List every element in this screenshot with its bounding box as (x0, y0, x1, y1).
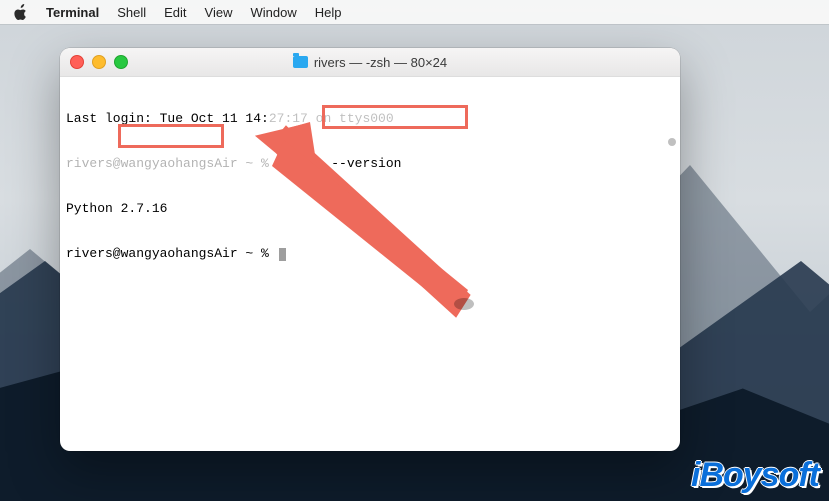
scrollbar[interactable] (664, 78, 678, 448)
close-button[interactable] (70, 55, 84, 69)
menu-item-window[interactable]: Window (251, 5, 297, 20)
terminal-line-output: Python 2.7.16 (66, 201, 674, 216)
folder-icon (293, 56, 308, 68)
terminal-line-prompt: rivers@wangyaohangsAir ~ % (66, 246, 674, 261)
terminal-window: rivers — -zsh — 80×24 Last login: Tue Oc… (60, 48, 680, 451)
terminal-line-command: rivers@wangyaohangsAir ~ % Python --vers… (66, 156, 674, 171)
window-titlebar[interactable]: rivers — -zsh — 80×24 (60, 48, 680, 77)
mac-menu-bar: Terminal Shell Edit View Window Help (0, 0, 829, 24)
apple-logo-icon[interactable] (14, 4, 28, 20)
cursor-icon (279, 248, 286, 261)
window-title-text: rivers — -zsh — 80×24 (314, 55, 447, 70)
output-text: Python 2.7.16 (66, 201, 167, 216)
watermark-text: iBoysoft (691, 456, 819, 495)
minimize-button[interactable] (92, 55, 106, 69)
window-traffic-lights (70, 55, 128, 69)
zoom-button[interactable] (114, 55, 128, 69)
menu-item-shell[interactable]: Shell (117, 5, 146, 20)
command-text: Python --version (277, 156, 402, 171)
desktop-background: Terminal Shell Edit View Window Help riv… (0, 0, 829, 501)
menu-item-help[interactable]: Help (315, 5, 342, 20)
terminal-content[interactable]: Last login: Tue Oct 11 14:27:17 on ttys0… (60, 77, 680, 451)
annotation-highlight-output (118, 124, 224, 148)
menu-item-edit[interactable]: Edit (164, 5, 186, 20)
menu-app-name[interactable]: Terminal (46, 5, 99, 20)
scrollbar-thumb[interactable] (668, 138, 676, 146)
menu-item-view[interactable]: View (205, 5, 233, 20)
terminal-line-last-login: Last login: Tue Oct 11 14:27:17 on ttys0… (66, 111, 674, 126)
window-title: rivers — -zsh — 80×24 (60, 55, 680, 70)
